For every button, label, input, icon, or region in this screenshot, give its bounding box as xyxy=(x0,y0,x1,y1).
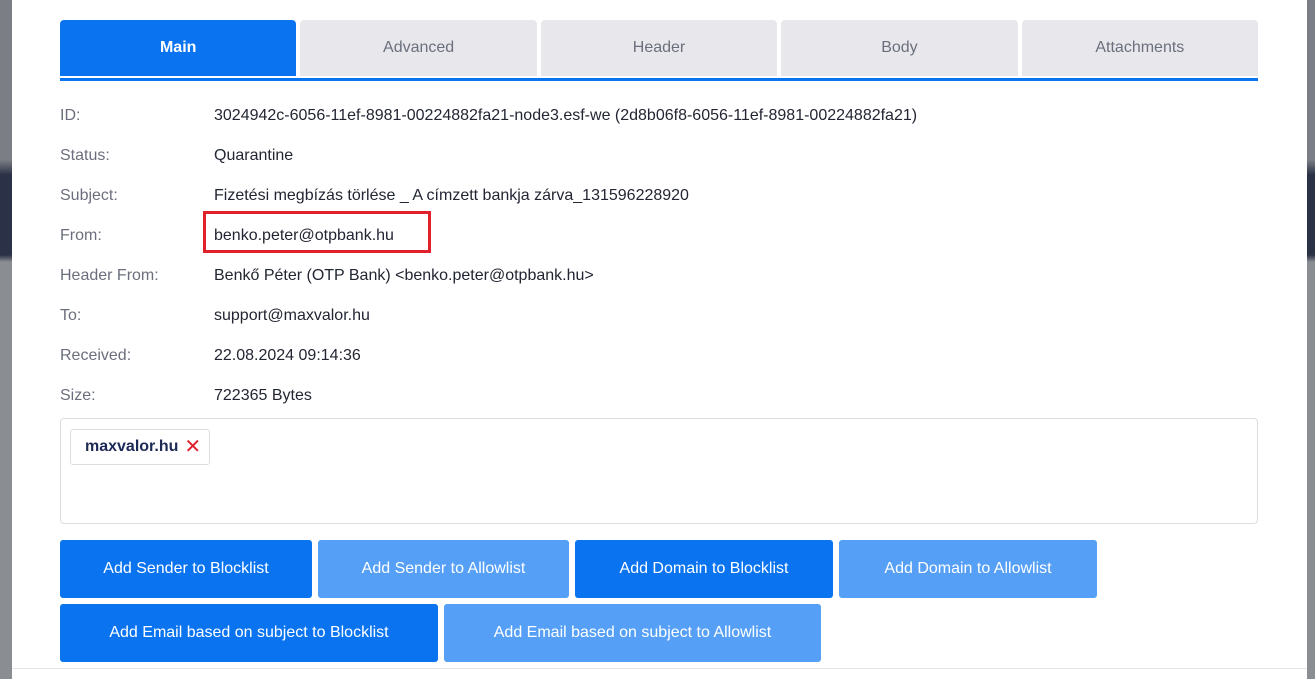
modal-footer-divider xyxy=(12,668,1307,669)
field-row-subject: Subject: Fizetési megbízás törlése _ A c… xyxy=(60,176,1258,216)
field-value-status: Quarantine xyxy=(214,147,294,164)
field-label: Header From: xyxy=(60,267,159,284)
field-label: Received: xyxy=(60,347,132,364)
tab-advanced[interactable]: Advanced xyxy=(300,20,537,76)
tab-header[interactable]: Header xyxy=(540,20,778,76)
domain-tag-label: maxvalor.hu xyxy=(85,438,179,455)
close-icon[interactable]: ✕ xyxy=(184,437,201,457)
field-value-from: benko.peter@otpbank.hu xyxy=(214,227,394,244)
action-row-1: Add Sender to Blocklist Add Sender to Al… xyxy=(60,540,1097,598)
field-value-header-from: Benkő Péter (OTP Bank) <benko.peter@otpb… xyxy=(214,267,594,284)
field-label: From: xyxy=(60,227,102,244)
tab-main[interactable]: Main xyxy=(60,20,297,76)
tab-body[interactable]: Body xyxy=(781,20,1018,76)
field-row-status: Status: Quarantine xyxy=(60,136,1258,176)
field-label: Subject: xyxy=(60,187,118,204)
field-row-id: ID: 3024942c-6056-11ef-8981-00224882fa21… xyxy=(60,96,1258,136)
message-fields: ID: 3024942c-6056-11ef-8981-00224882fa21… xyxy=(60,96,1258,416)
field-value-size: 722365 Bytes xyxy=(214,387,312,404)
field-row-to: To: support@maxvalor.hu xyxy=(60,296,1258,336)
add-sender-blocklist-button[interactable]: Add Sender to Blocklist xyxy=(60,540,312,598)
field-row-received: Received: 22.08.2024 09:14:36 xyxy=(60,336,1258,376)
backdrop-right xyxy=(1307,0,1315,679)
backdrop-left xyxy=(0,0,12,679)
tab-bar: Main Advanced Header Body Attachments xyxy=(60,20,1259,81)
field-label: Status: xyxy=(60,147,110,164)
field-label: ID: xyxy=(60,107,81,124)
add-subject-allowlist-button[interactable]: Add Email based on subject to Allowlist xyxy=(444,604,821,662)
message-detail-modal: Main Advanced Header Body Attachments ID… xyxy=(12,0,1307,679)
add-subject-blocklist-button[interactable]: Add Email based on subject to Blocklist xyxy=(60,604,438,662)
field-value-to: support@maxvalor.hu xyxy=(214,307,370,324)
field-value-id: 3024942c-6056-11ef-8981-00224882fa21-nod… xyxy=(214,107,918,124)
field-value-subject: Fizetési megbízás törlése _ A címzett ba… xyxy=(214,187,689,204)
field-row-header-from: Header From: Benkő Péter (OTP Bank) <ben… xyxy=(60,256,1258,296)
field-row-from: From: benko.peter@otpbank.hu xyxy=(60,216,1258,256)
action-buttons: Add Sender to Blocklist Add Sender to Al… xyxy=(60,540,1097,668)
add-domain-allowlist-button[interactable]: Add Domain to Allowlist xyxy=(839,540,1097,598)
field-row-size: Size: 722365 Bytes xyxy=(60,376,1258,416)
field-value-received: 22.08.2024 09:14:36 xyxy=(214,347,361,364)
tab-attachments[interactable]: Attachments xyxy=(1021,20,1259,76)
add-sender-allowlist-button[interactable]: Add Sender to Allowlist xyxy=(318,540,569,598)
action-row-2: Add Email based on subject to Blocklist … xyxy=(60,604,1097,662)
add-domain-blocklist-button[interactable]: Add Domain to Blocklist xyxy=(575,540,833,598)
field-label: To: xyxy=(60,307,82,324)
domain-tag-input[interactable]: maxvalor.hu ✕ xyxy=(60,418,1258,524)
field-label: Size: xyxy=(60,387,96,404)
domain-tag: maxvalor.hu ✕ xyxy=(70,429,211,465)
